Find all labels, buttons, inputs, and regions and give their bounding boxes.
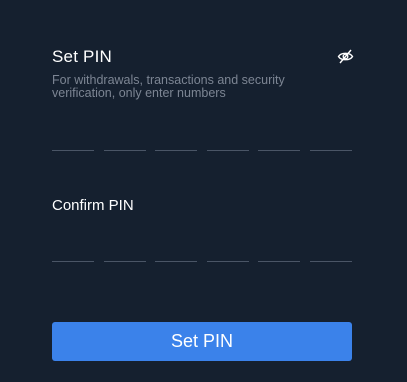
confirm-pin-digit-6[interactable] [309,232,352,262]
confirm-pin-inputs [52,232,352,262]
set-pin-digit-5[interactable] [258,121,301,151]
confirm-pin-digit-3[interactable] [155,232,198,262]
confirm-pin-label: Confirm PIN [52,197,134,214]
confirm-pin-digit-2[interactable] [103,232,146,262]
page-title: Set PIN [52,47,112,66]
set-pin-digit-1[interactable] [52,121,94,151]
set-pin-digit-4[interactable] [206,121,249,151]
set-pin-panel: Set PIN For withdrawals, transactions an… [0,0,407,382]
set-pin-inputs [52,121,352,151]
set-pin-digit-2[interactable] [103,121,146,151]
set-pin-button[interactable]: Set PIN [52,322,352,361]
toggle-visibility-button[interactable] [337,48,354,65]
confirm-pin-digit-4[interactable] [206,232,249,262]
set-pin-digit-6[interactable] [309,121,352,151]
set-pin-digit-3[interactable] [155,121,198,151]
confirm-pin-digit-5[interactable] [258,232,301,262]
eye-off-icon [337,49,354,64]
confirm-pin-digit-1[interactable] [52,232,94,262]
pin-hint: For withdrawals, transactions and securi… [52,73,285,100]
